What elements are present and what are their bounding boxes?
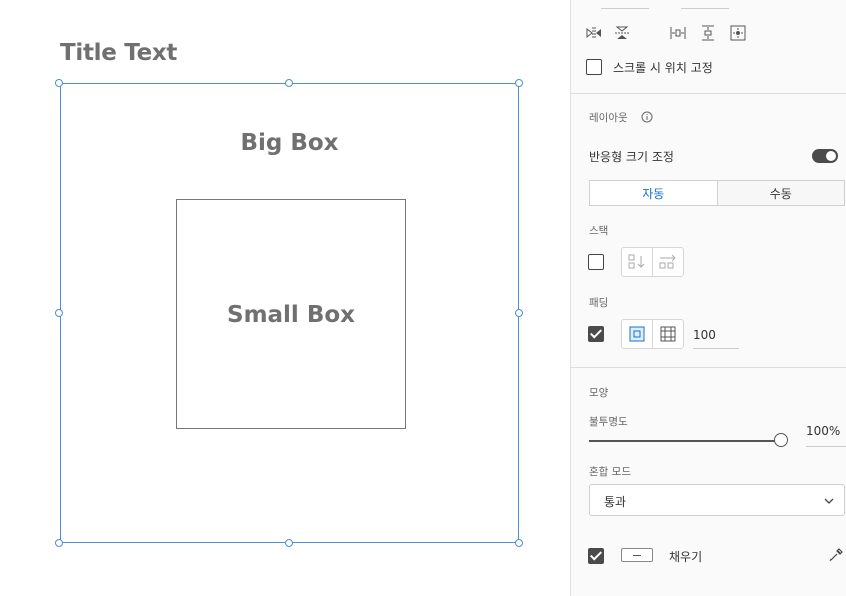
responsive-resize-toggle[interactable] [812, 149, 838, 163]
fill-color-swatch[interactable] [621, 548, 653, 562]
big-box-label: Big Box [240, 130, 339, 156]
resize-handle-bottom-right[interactable] [515, 539, 523, 547]
flip-horizontal-icon[interactable] [585, 24, 603, 42]
stack-direction-group [621, 247, 684, 277]
padding-value-input[interactable]: 100 [693, 328, 739, 349]
fix-position-label: 스크롤 시 위치 고정 [613, 61, 713, 75]
blend-mode-label: 혼합 모드 [589, 466, 631, 478]
opacity-slider-thumb[interactable] [774, 433, 788, 447]
distribute-horizontal-icon[interactable] [669, 24, 687, 42]
opacity-label: 불투명도 [589, 416, 628, 428]
resize-handle-top-right[interactable] [515, 79, 523, 87]
distribute-vertical-icon[interactable] [699, 24, 717, 42]
opacity-value-input[interactable]: 100% [806, 424, 846, 447]
blend-mode-value: 통과 [604, 495, 627, 509]
layout-section-label: 레이아웃 [589, 112, 628, 124]
section-divider [571, 93, 846, 94]
resize-mode-segmented: 자동 수동 [589, 180, 845, 206]
resize-handle-top-left[interactable] [55, 79, 63, 87]
title-text[interactable]: Title Text [60, 40, 177, 66]
responsive-resize-label: 반응형 크기 조정 [589, 150, 674, 164]
stack-checkbox[interactable] [588, 254, 604, 270]
big-box[interactable]: Big Box Small Box [60, 83, 519, 543]
small-box[interactable]: Small Box [176, 199, 406, 429]
opacity-slider-track[interactable] [589, 440, 779, 442]
fix-position-checkbox[interactable] [586, 59, 602, 75]
resize-handle-bottom-left[interactable] [55, 539, 63, 547]
resize-mode-auto[interactable]: 자동 [590, 181, 717, 205]
design-canvas[interactable]: Title Text Big Box Small Box [0, 0, 570, 596]
padding-individual-icon[interactable] [652, 320, 683, 348]
stack-vertical-icon[interactable] [622, 248, 652, 276]
padding-checkbox[interactable] [588, 326, 604, 342]
appearance-section-label: 모양 [589, 387, 609, 399]
resize-handle-top[interactable] [285, 79, 293, 87]
property-inspector: 스크롤 시 위치 고정 레이아웃 반응형 크기 조정 자동 수동 스택 패딩 1… [570, 0, 846, 596]
field-underline [601, 8, 649, 9]
field-underline [681, 8, 729, 9]
padding-mode-group [621, 319, 684, 349]
flip-vertical-icon[interactable] [613, 24, 631, 42]
resize-handle-bottom[interactable] [285, 539, 293, 547]
small-box-label: Small Box [227, 302, 355, 328]
blend-mode-select[interactable]: 통과 [589, 484, 845, 516]
fill-label: 채우기 [669, 550, 703, 564]
info-icon[interactable] [638, 108, 656, 126]
fill-checkbox[interactable] [588, 548, 604, 564]
padding-uniform-icon[interactable] [622, 320, 652, 348]
stack-section-label: 스택 [589, 225, 609, 237]
chevron-down-icon [820, 492, 838, 510]
eyedropper-icon[interactable] [827, 546, 845, 564]
padding-section-label: 패딩 [589, 297, 609, 309]
align-center-icon[interactable] [729, 24, 747, 42]
resize-mode-manual[interactable]: 수동 [716, 181, 844, 205]
resize-handle-right[interactable] [515, 309, 523, 317]
section-divider [571, 367, 846, 368]
stack-horizontal-icon[interactable] [652, 248, 683, 276]
resize-handle-left[interactable] [55, 309, 63, 317]
